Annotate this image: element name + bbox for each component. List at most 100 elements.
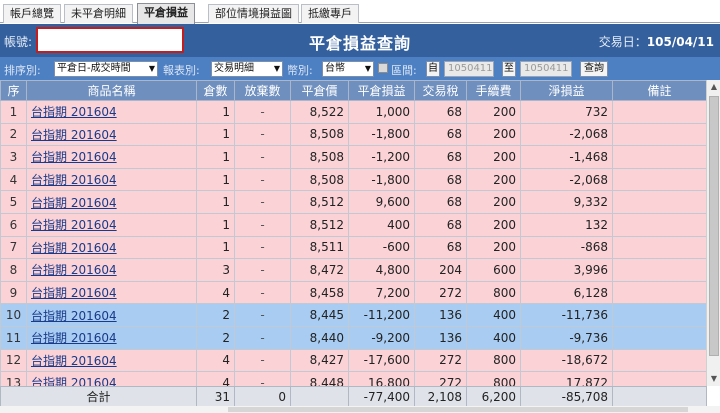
horizontal-scroll-thumb[interactable]	[228, 407, 688, 412]
row-fee: 400	[466, 325, 521, 350]
row-lots: 4	[196, 348, 235, 373]
scroll-up-arrow-icon[interactable]: ▲	[707, 80, 720, 94]
horizontal-scrollbar[interactable]	[0, 406, 720, 413]
to-label: 至	[502, 61, 516, 77]
product-link[interactable]: 台指期 201604	[31, 128, 117, 142]
row-pnl: 4,800	[348, 258, 415, 282]
to-date-input[interactable]: 1050411	[520, 61, 572, 77]
row-lots: 1	[196, 122, 235, 147]
tab-account-overview[interactable]: 帳戶總覽	[3, 4, 61, 23]
product-link[interactable]: 台指期 201604	[31, 218, 117, 232]
product-link[interactable]: 台指期 201604	[31, 309, 117, 323]
row-lots: 2	[196, 325, 235, 350]
table-row[interactable]: 11 台指期 201604 2-8,440 -9,200 136 400 -9,736	[0, 325, 706, 350]
report-label: 報表別:	[163, 64, 200, 77]
row-net: -2,068	[520, 167, 613, 192]
tab-collateral-account[interactable]: 抵繳專戶	[301, 4, 359, 23]
table-header-row: 序 商品名稱 倉數 放棄數 平倉價 平倉損益 交易稅 手續費 淨損益 備註	[0, 80, 706, 101]
row-product: 台指期 201604	[26, 190, 197, 214]
row-tax: 68	[414, 100, 467, 124]
table-row[interactable]: 6 台指期 201604 1-8,512 400 68 200 132	[0, 212, 706, 237]
row-tax: 68	[414, 167, 467, 192]
totals-tax: 2,108	[414, 386, 467, 407]
query-button[interactable]: 查詢	[580, 61, 608, 77]
table-row[interactable]: 10 台指期 201604 2-8,445 -11,200 136 400 -11,736	[0, 303, 706, 327]
row-tax: 68	[414, 235, 467, 260]
report-select[interactable]: 交易明細 ▼	[211, 61, 283, 77]
row-lots: 1	[196, 100, 235, 124]
row-note	[612, 212, 706, 237]
table-row[interactable]: 5 台指期 201604 1-8,512 9,600 68 200 9,332	[0, 190, 706, 214]
table-row[interactable]: 2 台指期 201604 1-8,508 -1,800 68 200 -2,068	[0, 122, 706, 147]
product-link[interactable]: 台指期 201604	[31, 354, 117, 368]
row-seq: 1	[0, 100, 27, 124]
currency-select[interactable]: 台幣 ▼	[322, 61, 374, 77]
col-header-lots[interactable]: 倉數	[196, 80, 235, 101]
row-price: 8,512	[290, 190, 349, 214]
product-link[interactable]: 台指期 201604	[31, 286, 117, 300]
row-net: -18,672	[520, 348, 613, 373]
product-link[interactable]: 台指期 201604	[31, 263, 117, 277]
scroll-down-arrow-icon[interactable]: ▼	[707, 372, 720, 386]
row-seq: 5	[0, 190, 27, 214]
product-link[interactable]: 台指期 201604	[31, 173, 117, 187]
col-header-net[interactable]: 淨損益	[520, 80, 613, 101]
row-lots: 2	[196, 303, 235, 327]
col-header-fee[interactable]: 手續費	[466, 80, 521, 101]
row-price: 8,508	[290, 145, 349, 169]
table-row[interactable]: 8 台指期 201604 3-8,472 4,800 204 600 3,996	[0, 258, 706, 282]
trade-date-value: 105/04/11	[646, 35, 714, 49]
range-checkbox[interactable]	[378, 63, 388, 73]
col-header-price[interactable]: 平倉價	[290, 80, 349, 101]
table-row[interactable]: 1 台指期 201604 1-8,522 1,000 68 200 732	[0, 100, 706, 124]
account-input[interactable]	[36, 27, 184, 53]
tab-closed-pnl[interactable]: 平倉損益	[137, 3, 195, 24]
totals-note	[612, 386, 707, 407]
col-header-note[interactable]: 備註	[612, 80, 706, 101]
chevron-down-icon: ▼	[273, 64, 280, 73]
sort-label: 排序別:	[4, 64, 41, 77]
col-header-abandon[interactable]: 放棄數	[234, 80, 291, 101]
vertical-scroll-thumb[interactable]	[709, 96, 719, 356]
col-header-seq[interactable]: 序	[0, 80, 27, 101]
product-link[interactable]: 台指期 201604	[31, 150, 117, 164]
row-pnl: -11,200	[348, 303, 415, 327]
totals-table: 合計 31 0 -77,400 2,108 6,200 -85,708	[0, 386, 707, 407]
row-seq: 10	[0, 303, 27, 327]
vertical-scrollbar[interactable]: ▲ ▼	[706, 80, 720, 386]
row-pnl: 16,800	[348, 371, 415, 386]
product-link[interactable]: 台指期 201604	[31, 376, 117, 386]
table-row[interactable]: 3 台指期 201604 1-8,508 -1,200 68 200 -1,468	[0, 145, 706, 169]
table-row[interactable]: 9 台指期 201604 4-8,458 7,200 272 800 6,128	[0, 280, 706, 305]
table-row[interactable]: 13 台指期 201604 4-8,448 16,800 272 800 17,872	[0, 371, 706, 386]
row-price: 8,512	[290, 212, 349, 237]
row-pnl: -1,800	[348, 167, 415, 192]
row-price: 8,511	[290, 235, 349, 260]
row-note	[612, 145, 706, 169]
row-abandon: -	[234, 325, 291, 350]
product-link[interactable]: 台指期 201604	[31, 241, 117, 255]
product-link[interactable]: 台指期 201604	[31, 105, 117, 119]
sort-select[interactable]: 平倉日-成交時間 ▼	[54, 61, 158, 77]
col-header-tax[interactable]: 交易稅	[414, 80, 467, 101]
table-row[interactable]: 4 台指期 201604 1-8,508 -1,800 68 200 -2,068	[0, 167, 706, 192]
tab-position-scenario[interactable]: 部位情境損益圖	[208, 4, 299, 23]
from-date-input[interactable]: 1050411	[444, 61, 494, 77]
row-pnl: 9,600	[348, 190, 415, 214]
row-net: -1,468	[520, 145, 613, 169]
row-seq: 8	[0, 258, 27, 282]
row-product: 台指期 201604	[26, 348, 197, 373]
table-row[interactable]: 7 台指期 201604 1-8,511 -600 68 200 -868	[0, 235, 706, 260]
product-link[interactable]: 台指期 201604	[31, 331, 117, 345]
row-price: 8,508	[290, 167, 349, 192]
trade-date: 交易日：105/04/11	[599, 33, 714, 50]
row-tax: 272	[414, 280, 467, 305]
col-header-product[interactable]: 商品名稱	[26, 80, 197, 101]
row-net: 132	[520, 212, 613, 237]
tab-open-positions[interactable]: 未平倉明細	[64, 4, 133, 23]
row-tax: 204	[414, 258, 467, 282]
filter-bar: 排序別: 平倉日-成交時間 ▼ 報表別: 交易明細 ▼ 幣別: 台幣 ▼ 區間: 自 …	[0, 57, 720, 80]
product-link[interactable]: 台指期 201604	[31, 196, 117, 210]
table-row[interactable]: 12 台指期 201604 4-8,427 -17,600 272 800 -18,672	[0, 348, 706, 373]
col-header-pnl[interactable]: 平倉損益	[348, 80, 415, 101]
